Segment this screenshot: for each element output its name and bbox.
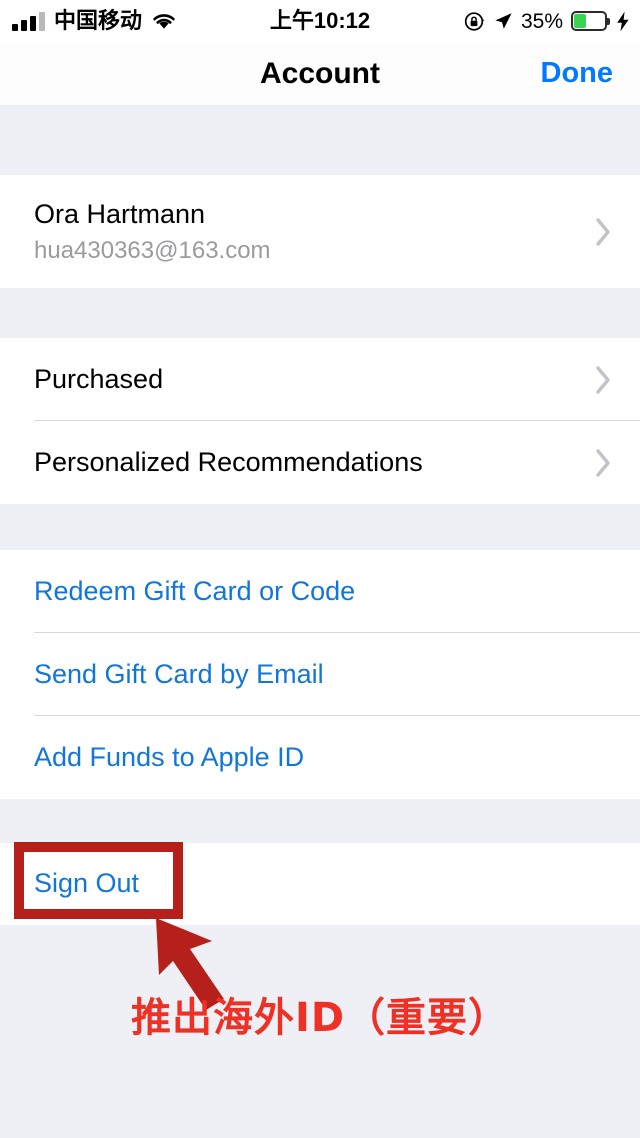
chevron-right-icon (595, 365, 612, 395)
bottom-gap (0, 925, 640, 1138)
library-section: Purchased Personalized Recommendations (0, 338, 640, 504)
chevron-right-icon (595, 448, 612, 478)
row-label: Purchased (34, 363, 164, 394)
done-button[interactable]: Done (541, 42, 614, 105)
section-gap (0, 504, 640, 550)
sidebar-item-personalized-recommendations[interactable]: Personalized Recommendations (0, 421, 640, 504)
row-label: Sign Out (34, 868, 140, 899)
sidebar-item-purchased[interactable]: Purchased (0, 338, 640, 421)
navigation-bar: Account Done (0, 42, 640, 105)
row-label: Send Gift Card by Email (34, 658, 324, 689)
clock-label: 上午10:12 (269, 8, 371, 33)
battery-icon (571, 11, 610, 31)
rotation-lock-icon (464, 11, 485, 32)
chevron-right-icon (595, 217, 612, 247)
iphone-screen: 中国移动 上午10:12 35% Account Done Ora Hartma… (0, 0, 640, 1138)
add-funds-button[interactable]: Add Funds to Apple ID (0, 716, 640, 799)
account-section: Ora Hartmann hua430363@163.com (0, 175, 640, 288)
row-label: Personalized Recommendations (34, 446, 423, 477)
charging-bolt-icon (616, 11, 630, 32)
status-bar: 中国移动 上午10:12 35% (0, 0, 640, 42)
account-row[interactable]: Ora Hartmann hua430363@163.com (0, 175, 640, 288)
status-bar-left: 中国移动 (12, 0, 177, 42)
signout-section: Sign Out (0, 843, 640, 925)
send-gift-card-button[interactable]: Send Gift Card by Email (0, 633, 640, 716)
battery-percent-label: 35% (520, 9, 563, 33)
account-email: hua430363@163.com (34, 236, 271, 264)
sign-out-button[interactable]: Sign Out (0, 843, 640, 925)
carrier-label: 中国移动 (54, 8, 143, 33)
giftcard-section: Redeem Gift Card or Code Send Gift Card … (0, 550, 640, 799)
section-gap (0, 105, 640, 175)
section-gap (0, 799, 640, 843)
signal-bars-icon (12, 11, 45, 31)
status-bar-right: 35% (464, 0, 630, 42)
location-arrow-icon (493, 11, 513, 31)
row-label: Redeem Gift Card or Code (34, 575, 356, 606)
account-row-text: Ora Hartmann hua430363@163.com (34, 199, 271, 265)
account-name: Ora Hartmann (34, 198, 206, 229)
redeem-gift-card-button[interactable]: Redeem Gift Card or Code (0, 550, 640, 633)
wifi-icon (151, 11, 177, 31)
section-gap (0, 288, 640, 338)
row-label: Add Funds to Apple ID (34, 741, 305, 772)
